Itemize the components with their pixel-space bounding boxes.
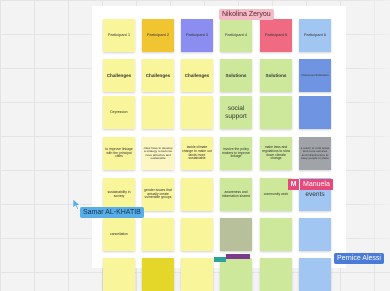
sticky-note[interactable]: Solutions	[220, 59, 252, 92]
sticky-note[interactable]: Participant 3	[181, 19, 213, 52]
sticky-note[interactable]: Challenges	[142, 59, 174, 92]
sticky-note[interactable]: cities have to develop a strategy to bec…	[142, 137, 174, 170]
sticky-note[interactable]: Challenges	[181, 59, 213, 92]
sticky-note[interactable]: Outcomes/Indicators	[299, 59, 331, 92]
sticky-note-text: Participant 3	[185, 32, 209, 38]
selection-marker	[214, 257, 226, 262]
sticky-note[interactable]: Challenges	[103, 59, 135, 92]
collaborator-name: Manuela	[299, 179, 333, 190]
canvas-fade	[360, 0, 390, 262]
sticky-note[interactable]: Participant 4	[220, 19, 252, 52]
sticky-note[interactable]: a return to rural areas and more service…	[299, 137, 331, 170]
sticky-note[interactable]: Participant 5	[260, 19, 292, 52]
sticky-note[interactable]: Participant 1	[103, 19, 135, 52]
sticky-note[interactable]: Participant 6	[299, 19, 331, 52]
sticky-note[interactable]: social support	[220, 96, 252, 129]
sticky-note-text: awareness and information shared	[221, 189, 251, 198]
sticky-note[interactable]: make laws and regulations to slow down c…	[260, 137, 292, 170]
sticky-note[interactable]	[220, 258, 252, 291]
sticky-note-text: tackle climate change to make our lands …	[182, 145, 212, 161]
sticky-note-text: Challenges	[145, 72, 171, 78]
collaborator-badge-manuela: M Manuela	[288, 179, 333, 190]
sticky-note-text: community work	[263, 191, 289, 196]
sticky-note[interactable]	[181, 258, 213, 291]
sticky-note-text: Solutions	[265, 72, 287, 78]
sticky-note[interactable]: gender issues that actually create vulne…	[142, 178, 174, 211]
sticky-note[interactable]: Solutions	[260, 59, 292, 92]
sticky-note-text: events	[305, 190, 325, 198]
avatar: M	[288, 179, 299, 190]
sticky-note[interactable]: tackle climate change to make our lands …	[181, 137, 213, 170]
sticky-note-text: Challenges	[106, 72, 132, 78]
sticky-note-text: Participant 4	[224, 32, 248, 38]
sticky-note-text: Outcomes/Indicators	[301, 72, 329, 77]
collaborator-tag-pernice: Pernice Alessi	[334, 253, 384, 264]
sticky-note-text: Depression	[110, 109, 128, 114]
sticky-note-text: Participant 6	[303, 32, 327, 38]
sticky-note[interactable]	[299, 218, 331, 251]
sticky-note[interactable]	[181, 96, 213, 129]
sticky-note[interactable]: cancellation	[103, 218, 135, 251]
sticky-note[interactable]	[299, 96, 331, 129]
sticky-note[interactable]	[181, 178, 213, 211]
collaborator-tag-samar: Samar AL-KHATIB	[80, 207, 144, 218]
sticky-note-text: Participant 5	[264, 32, 288, 38]
sticky-note-text: gender issues that actually create vulne…	[144, 187, 172, 200]
sticky-note-text: Challenges	[184, 72, 210, 78]
sticky-note-text: cancellation	[110, 231, 128, 236]
sticky-note[interactable]: involve the policy makers to improve lin…	[220, 137, 252, 170]
sticky-note-text: a return to rural areas and more service…	[300, 145, 330, 160]
sticky-note-text: social support	[225, 105, 247, 120]
sticky-note[interactable]: to improve linkage with the principal ci…	[103, 137, 135, 170]
sticky-note[interactable]	[142, 258, 174, 291]
sticky-note[interactable]	[103, 258, 135, 291]
sticky-note[interactable]	[299, 258, 331, 291]
sticky-note[interactable]: awareness and information shared	[220, 178, 252, 211]
sticky-note[interactable]	[181, 218, 213, 251]
sticky-note[interactable]	[260, 218, 292, 251]
sticky-note[interactable]	[142, 96, 174, 129]
sticky-note-text: make laws and regulations to slow down c…	[261, 145, 291, 161]
sticky-note[interactable]: Participant 2	[142, 19, 174, 52]
sticky-note[interactable]	[142, 218, 174, 251]
sticky-note-text: Participant 2	[146, 32, 170, 38]
sticky-note-text: Solutions	[225, 72, 247, 78]
sticky-note-text: cities have to develop a strategy to bec…	[143, 145, 173, 160]
sticky-note-text: to improve linkage with the principal ci…	[105, 146, 133, 159]
selection-marker	[226, 254, 250, 259]
sticky-note-text: Participant 1	[107, 32, 131, 38]
sticky-note[interactable]	[220, 218, 252, 251]
sticky-note-text: sustainability in society	[107, 189, 131, 198]
collaborator-tag-nikolina: Nikolina Zeryou	[219, 9, 274, 20]
sticky-note[interactable]: Depression	[103, 96, 135, 129]
sticky-note-text: involve the policy makers to improve lin…	[222, 146, 250, 159]
sticky-note[interactable]	[260, 96, 292, 129]
sticky-note[interactable]	[260, 258, 292, 291]
